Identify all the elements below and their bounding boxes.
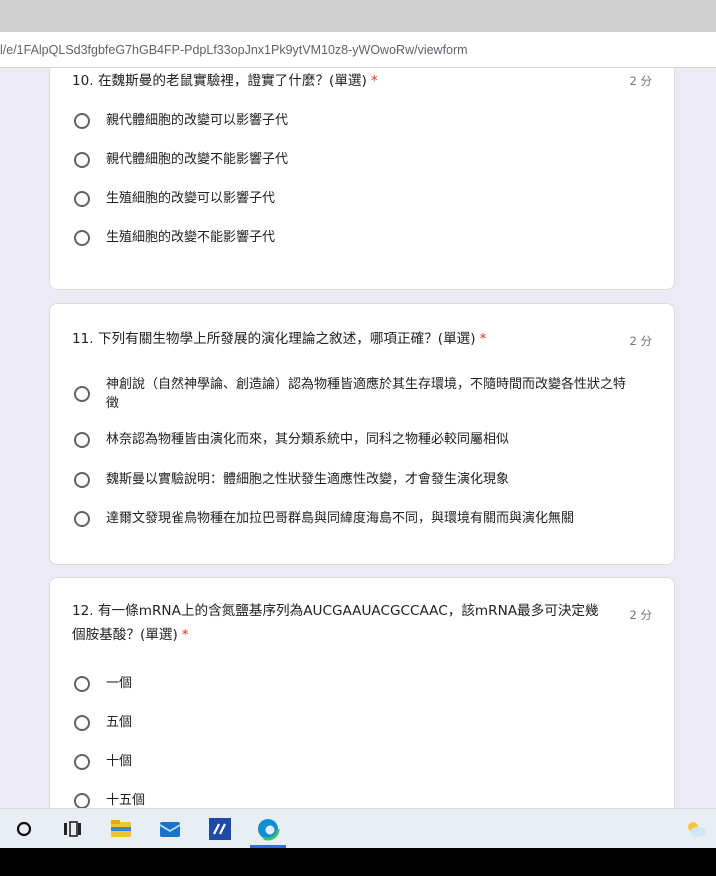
form-page[interactable]: 10. 在魏斯曼的老鼠實驗裡，證實了什麼？(單選) * 2 分 親代體細胞的改變可…: [0, 68, 716, 808]
option-label: 十五個: [106, 793, 146, 808]
question-title: 12. 有一條mRNA上的含氮鹽基序列為AUCGAAUACGCCAAC，該mRN…: [72, 603, 599, 643]
option-row[interactable]: 魏斯曼以實驗說明：體細胞之性狀發生適應性改變，才會發生演化現象: [72, 470, 652, 494]
option-row[interactable]: 一個: [72, 674, 652, 698]
required-mark: *: [181, 627, 189, 643]
option-label: 五個: [106, 715, 133, 730]
required-mark: *: [479, 331, 487, 347]
points-label: 2 分: [629, 608, 652, 622]
option-row[interactable]: 林奈認為物種皆由演化而來，其分類系統中，同科之物種必較同屬相似: [72, 430, 652, 454]
radio-button[interactable]: [74, 511, 90, 527]
question-card-10: 10. 在魏斯曼的老鼠實驗裡，證實了什麼？(單選) * 2 分 親代體細胞的改變可…: [49, 68, 675, 290]
radio-button[interactable]: [74, 113, 90, 129]
option-label: 生殖細胞的改變不能影響子代: [106, 230, 276, 245]
radio-button[interactable]: [74, 152, 90, 168]
taskbar: [0, 808, 716, 848]
radio-button[interactable]: [74, 191, 90, 207]
bottom-black-bar: [0, 848, 716, 876]
weather-icon[interactable]: [684, 817, 708, 841]
radio-button[interactable]: [74, 715, 90, 731]
option-label: 十個: [106, 754, 133, 769]
radio-button[interactable]: [74, 386, 90, 402]
option-label: 一個: [106, 676, 133, 691]
window-top-bar: [0, 0, 716, 32]
option-row[interactable]: 十個: [72, 752, 652, 776]
file-explorer-icon[interactable]: [109, 817, 133, 841]
radio-button[interactable]: [74, 230, 90, 246]
option-row[interactable]: 神創說（自然神學論、創造論）認為物種皆適應於其生存環境，不隨時間而改變各性狀之特…: [72, 375, 652, 415]
option-row[interactable]: 生殖細胞的改變可以影響子代: [72, 189, 652, 213]
option-label: 親代體細胞的改變不能影響子代: [106, 152, 289, 167]
radio-button[interactable]: [74, 472, 90, 488]
mail-icon[interactable]: [158, 817, 182, 841]
edge-icon[interactable]: [256, 817, 280, 841]
option-label: 生殖細胞的改變可以影響子代: [106, 191, 276, 206]
option-label: 林奈認為物種皆由演化而來，其分類系統中，同科之物種必較同屬相似: [106, 432, 510, 447]
option-label: 魏斯曼以實驗說明：體細胞之性狀發生適應性改變，才會發生演化現象: [106, 472, 510, 487]
address-bar[interactable]: l/e/1FAlpQLSd3fgbfeG7hGB4FP-PdpLf33opJnx…: [0, 32, 716, 68]
option-row[interactable]: 五個: [72, 713, 652, 737]
question-title: 11. 下列有關生物學上所發展的演化理論之敘述，哪項正確？(單選) *: [72, 331, 487, 347]
option-label: 親代體細胞的改變可以影響子代: [106, 113, 289, 128]
radio-button[interactable]: [74, 793, 90, 808]
points-label: 2 分: [629, 74, 652, 88]
question-card-12: 12. 有一條mRNA上的含氮鹽基序列為AUCGAAUACGCCAAC，該mRN…: [49, 577, 675, 808]
app-icon[interactable]: [208, 817, 232, 841]
option-row[interactable]: 十五個: [72, 791, 652, 808]
option-row[interactable]: 達爾文發現雀鳥物種在加拉巴哥群島與同緯度海島不同，與環境有關而與演化無關: [72, 509, 652, 533]
required-mark: *: [370, 73, 378, 89]
radio-button[interactable]: [74, 754, 90, 770]
option-label: 達爾文發現雀鳥物種在加拉巴哥群島與同緯度海島不同，與環境有關而與演化無關: [106, 511, 575, 526]
points-label: 2 分: [629, 334, 652, 348]
radio-button[interactable]: [74, 432, 90, 448]
search-circle-icon[interactable]: [12, 817, 36, 841]
option-row[interactable]: 親代體細胞的改變不能影響子代: [72, 150, 652, 174]
option-row[interactable]: 生殖細胞的改變不能影響子代: [72, 228, 652, 252]
option-row[interactable]: 親代體細胞的改變可以影響子代: [72, 111, 652, 135]
question-title: 10. 在魏斯曼的老鼠實驗裡，證實了什麼？(單選) *: [72, 73, 378, 89]
option-label: 神創說（自然神學論、創造論）認為物種皆適應於其生存環境，不隨時間而改變各性狀之特…: [106, 377, 627, 411]
radio-button[interactable]: [74, 676, 90, 692]
question-card-11: 11. 下列有關生物學上所發展的演化理論之敘述，哪項正確？(單選) * 2 分 神…: [49, 303, 675, 565]
task-view-icon[interactable]: [60, 817, 84, 841]
url-text[interactable]: l/e/1FAlpQLSd3fgbfeG7hGB4FP-PdpLf33opJnx…: [0, 43, 468, 57]
